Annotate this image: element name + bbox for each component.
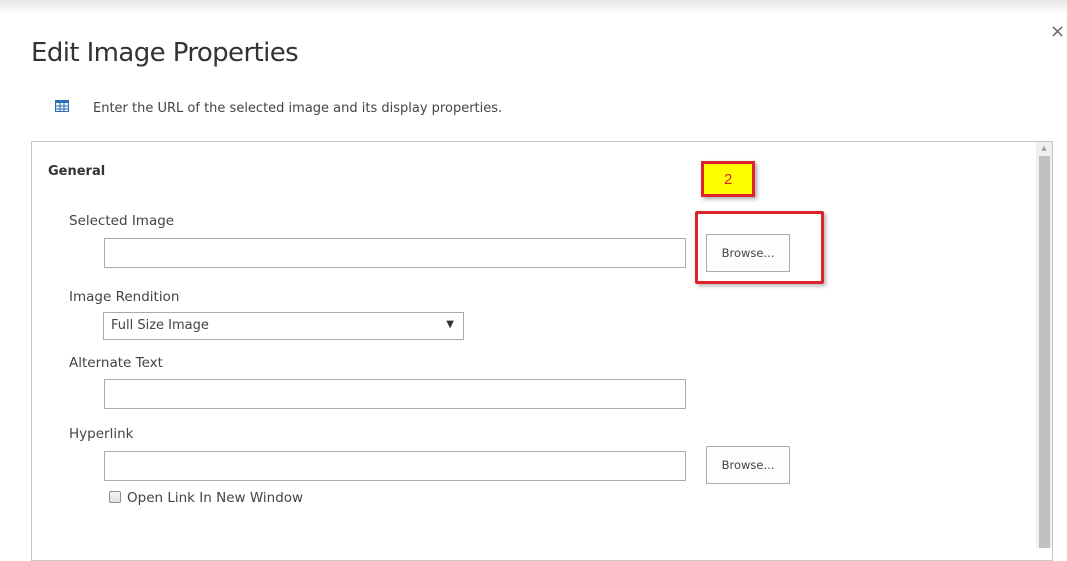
top-shadow	[0, 0, 1067, 14]
selected-image-input[interactable]	[104, 238, 686, 268]
open-new-window-checkbox[interactable]	[109, 491, 121, 503]
image-rendition-value: Full Size Image	[111, 318, 209, 333]
image-rendition-label: Image Rendition	[69, 289, 180, 305]
dialog-description: Enter the URL of the selected image and …	[93, 101, 503, 116]
step-number-text: 2	[724, 171, 733, 188]
alternate-text-input[interactable]	[104, 379, 686, 409]
hyperlink-label: Hyperlink	[69, 426, 134, 442]
section-heading-general: General	[48, 164, 106, 179]
step-number-badge: 2	[701, 161, 755, 197]
close-button[interactable]: ×	[1050, 22, 1067, 42]
hyperlink-input[interactable]	[104, 451, 686, 481]
image-rendition-select[interactable]: Full Size Image ▼	[103, 312, 464, 340]
alternate-text-label: Alternate Text	[69, 355, 163, 371]
highlight-box	[695, 211, 824, 284]
scroll-up-arrow-icon[interactable]: ▲	[1040, 144, 1048, 152]
hyperlink-browse-button[interactable]: Browse...	[706, 446, 790, 484]
table-icon	[55, 97, 69, 112]
dialog-title: Edit Image Properties	[31, 38, 299, 68]
open-new-window-label: Open Link In New Window	[127, 490, 304, 506]
selected-image-label: Selected Image	[69, 213, 175, 229]
dropdown-arrow-icon: ▼	[446, 319, 454, 330]
scroll-thumb[interactable]	[1039, 156, 1050, 548]
